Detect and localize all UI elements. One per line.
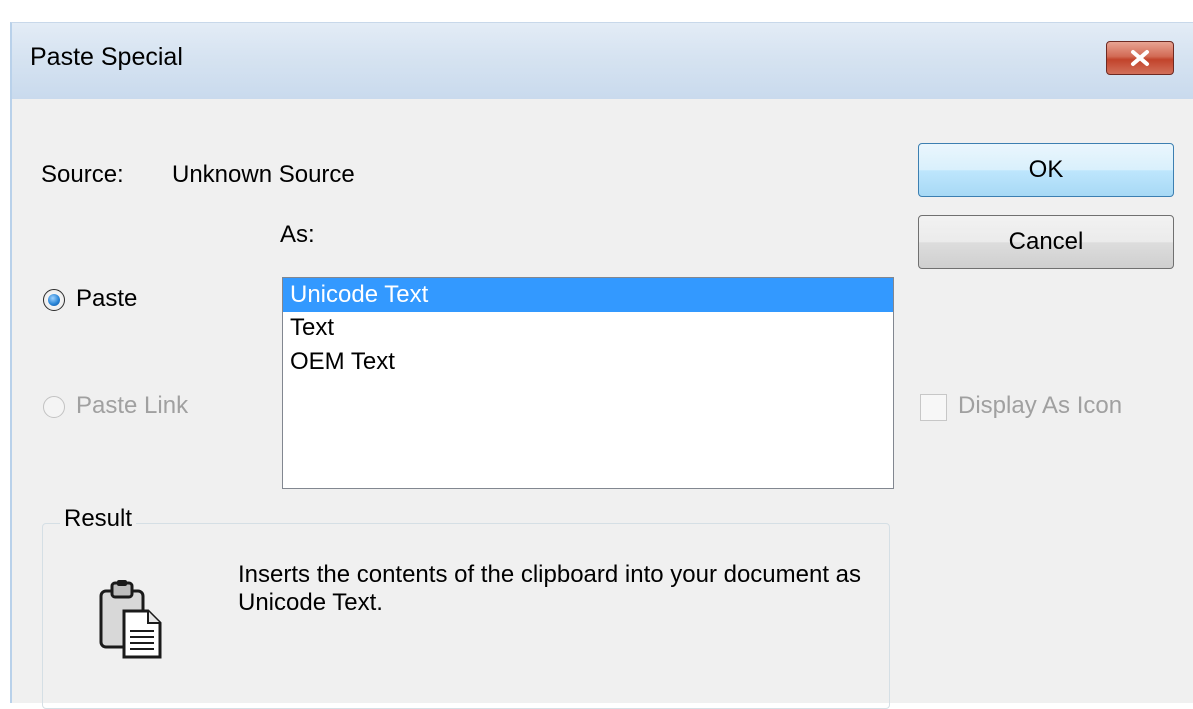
result-description: Inserts the contents of the clipboard in… — [238, 561, 862, 616]
paste-special-dialog: Paste Special Source: Unknown Source As:… — [10, 22, 1193, 709]
close-icon — [1131, 50, 1149, 66]
list-item-unicode-text[interactable]: Unicode Text — [283, 278, 893, 312]
paste-link-radio[interactable] — [43, 396, 65, 418]
cancel-button[interactable]: Cancel — [918, 215, 1174, 269]
dialog-body: Source: Unknown Source As: Paste Paste L… — [12, 99, 1193, 709]
list-item-oem-text[interactable]: OEM Text — [283, 344, 893, 380]
display-as-icon-label[interactable]: Display As Icon — [958, 392, 1122, 420]
paste-link-label[interactable]: Paste Link — [76, 392, 188, 420]
clipboard-icon — [99, 580, 162, 659]
as-label: As: — [280, 221, 315, 248]
paste-radio[interactable] — [43, 289, 65, 311]
source-value: Unknown Source — [172, 161, 355, 188]
window-title: Paste Special — [30, 43, 183, 71]
list-item-text[interactable]: Text — [283, 310, 893, 346]
paste-radio-label[interactable]: Paste — [76, 285, 137, 313]
source-label: Source: — [41, 161, 124, 188]
result-group-title: Result — [60, 505, 137, 533]
display-as-icon-checkbox[interactable] — [920, 394, 947, 421]
format-listbox[interactable]: Unicode Text Text OEM Text — [282, 277, 894, 489]
ok-button[interactable]: OK — [918, 143, 1174, 197]
title-bar[interactable]: Paste Special — [12, 23, 1193, 99]
close-button[interactable] — [1106, 41, 1174, 75]
